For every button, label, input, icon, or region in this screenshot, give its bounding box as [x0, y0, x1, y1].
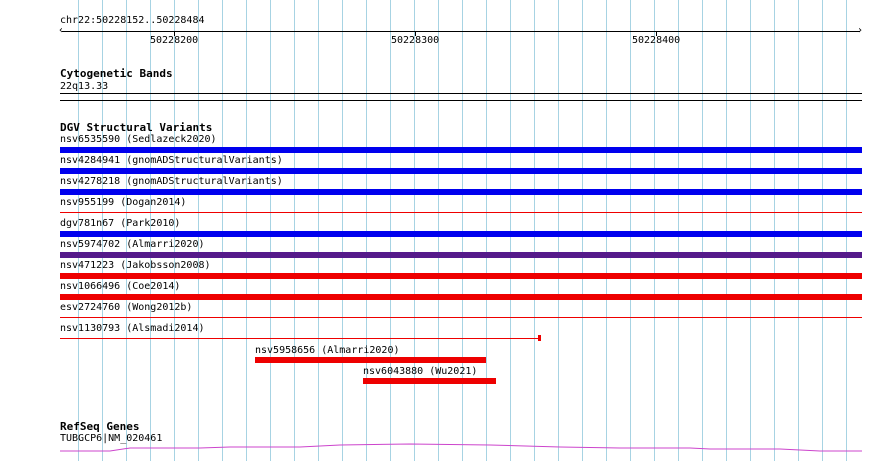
region-label: chr22:50228152..50228484: [60, 15, 205, 26]
ruler-tick-label: 50228200: [150, 35, 199, 46]
feature-label: dgv781n67 (Park2010): [60, 218, 181, 229]
feature-label: nsv5974702 (Almarri2020): [60, 239, 205, 250]
feature-label: nsv955199 (Dogan2014): [60, 197, 187, 208]
feature-line[interactable]: [60, 212, 862, 213]
feature-bar[interactable]: [363, 378, 496, 384]
feature-label: nsv4278218 (gnomADStructuralVariants): [60, 176, 283, 187]
feature-label: nsv5958656 (Almarri2020): [255, 345, 400, 356]
gene-model[interactable]: [0, 440, 890, 456]
feature-line[interactable]: [60, 317, 862, 318]
ruler-tick-label: 50228300: [391, 35, 440, 46]
feature-bar[interactable]: [60, 189, 862, 195]
feature-label: nsv1130793 (Alsmadi2014): [60, 323, 205, 334]
feature-bar[interactable]: [60, 147, 862, 153]
feature-label: nsv1066496 (Coe2014): [60, 281, 181, 292]
feature-label: esv2724760 (Wong2012b): [60, 302, 193, 313]
feature-label: nsv471223 (Jakobsson2008): [60, 260, 211, 271]
cytoband-bar-top[interactable]: [60, 93, 862, 94]
feature-bar[interactable]: [60, 168, 862, 174]
feature-bar[interactable]: [60, 231, 862, 237]
feature-label: nsv6043880 (Wu2021): [363, 366, 478, 377]
feature-label: nsv4284941 (gnomADStructuralVariants): [60, 155, 283, 166]
cytoband-label[interactable]: 22q13.33: [60, 81, 108, 93]
ruler-axis: [62, 31, 860, 32]
genome-browser-view: chr22:50228152..50228484 ‹ › 50228200 50…: [0, 0, 890, 461]
gene-line[interactable]: [60, 443, 862, 452]
feature-bar[interactable]: [255, 357, 486, 363]
feature-bar[interactable]: [60, 252, 862, 258]
feature-bar[interactable]: [60, 294, 862, 300]
ruler-tick-label: 50228400: [632, 35, 681, 46]
feature-label: nsv6535590 (Sedlazeck2020): [60, 134, 217, 145]
feature-bar[interactable]: [60, 273, 862, 279]
cytoband-track-title[interactable]: Cytogenetic Bands: [60, 68, 173, 80]
ruler-left-arrow-icon[interactable]: ‹: [58, 26, 64, 36]
dgv-track-title[interactable]: DGV Structural Variants: [60, 122, 212, 134]
feature-end-block[interactable]: [538, 335, 541, 341]
feature-line[interactable]: [60, 338, 540, 339]
refseq-track-title[interactable]: RefSeq Genes: [60, 421, 139, 433]
cytoband-bar-bottom[interactable]: [60, 100, 862, 101]
ruler-right-arrow-icon[interactable]: ›: [857, 26, 863, 36]
